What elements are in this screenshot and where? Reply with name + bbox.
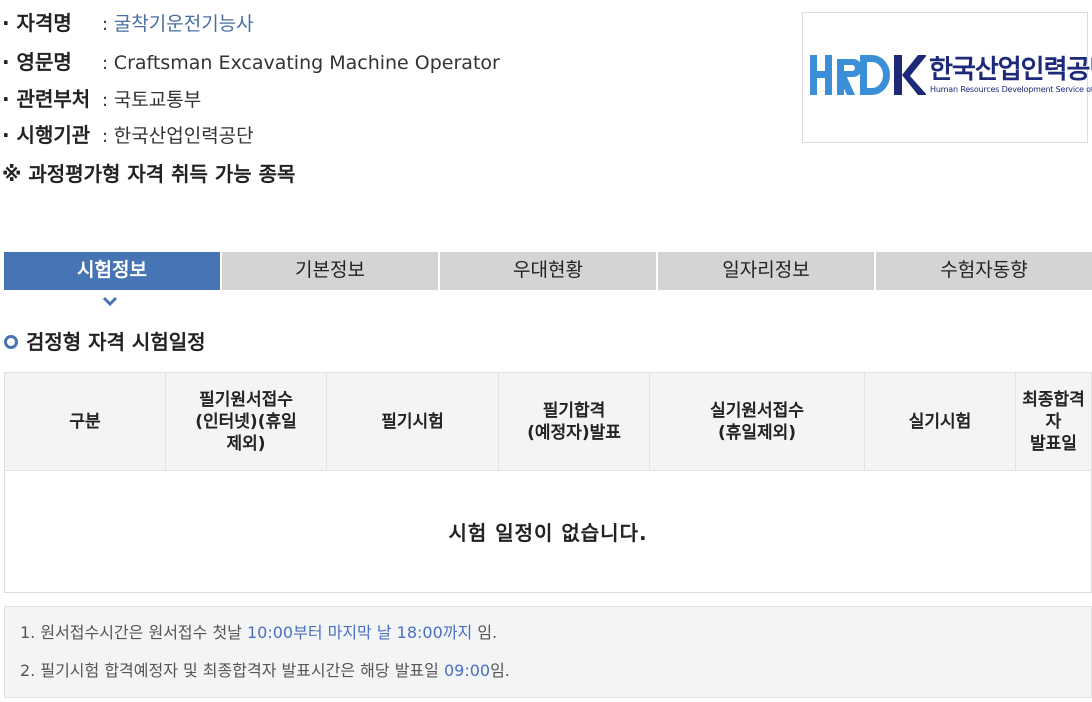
- header-practical-application: 실기원서접수 (휴일제외): [649, 372, 865, 471]
- header-text: 필기원서접수 (인터넷)(휴일 제외): [195, 389, 297, 454]
- qualification-name-label: · 자격명: [2, 11, 72, 35]
- circle-bullet-icon: [4, 334, 18, 349]
- chevron-down-icon: [102, 296, 118, 307]
- english-name-row: · 영문명: Craftsman Excavating Machine Oper…: [2, 47, 500, 77]
- header-written-pass: 필기합격 (예정자)발표: [498, 372, 650, 471]
- colon-separator: :: [102, 53, 114, 74]
- qualification-name-row: · 자격명: 굴착기운전기능사: [2, 8, 254, 38]
- english-name-label: · 영문명: [2, 50, 72, 74]
- section-title: 검정형 자격 시험일정: [4, 326, 206, 355]
- notes-box: 1. 원서접수시간은 원서접수 첫날 10:00부터 마지막 날 18:00까지…: [4, 606, 1092, 698]
- hrdk-logo-mark: [810, 55, 926, 95]
- tab-benefits[interactable]: 우대현황: [440, 252, 656, 290]
- note-highlight: 09:00: [443, 661, 491, 680]
- header-text: 필기합격 (예정자)발표: [527, 400, 621, 443]
- tab-basic-info[interactable]: 기본정보: [222, 252, 438, 290]
- qualification-name-value[interactable]: 굴착기운전기능사: [114, 13, 254, 35]
- header-written-exam: 필기시험: [326, 372, 499, 471]
- agency-label: · 시행기관: [2, 123, 91, 147]
- header-text: 실기시험: [908, 411, 972, 432]
- agency-value: 한국산업인력공단: [113, 125, 254, 147]
- course-evaluation-note: ※ 과정평가형 자격 취득 가능 종목: [2, 162, 296, 186]
- header-final-announcement: 최종합격자 발표일: [1015, 372, 1092, 471]
- header-written-application: 필기원서접수 (인터넷)(휴일 제외): [165, 372, 327, 471]
- english-name-value: Craftsman Excavating Machine Operator: [113, 52, 500, 74]
- note-text: 1. 원서접수시간은 원서접수 첫날: [20, 623, 247, 642]
- tab-exam-info[interactable]: 시험정보: [4, 252, 220, 290]
- info-tabs: 시험정보 기본정보 우대현황 일자리정보 수험자동향: [4, 252, 1092, 290]
- header-category: 구분: [4, 372, 166, 471]
- ministry-label: · 관련부처: [2, 87, 91, 111]
- tab-job-info[interactable]: 일자리정보: [658, 252, 874, 290]
- section-title-text: 검정형 자격 시험일정: [26, 330, 206, 354]
- note-line-2: 2. 필기시험 합격예정자 및 최종합격자 발표시간은 해당 발표일 09:00…: [20, 657, 510, 681]
- ministry-row: · 관련부처: 국토교통부: [2, 84, 201, 114]
- note-line-1: 1. 원서접수시간은 원서접수 첫날 10:00부터 마지막 날 18:00까지…: [20, 619, 497, 643]
- header-text: 필기시험: [381, 411, 444, 432]
- header-text: 최종합격자 발표일: [1022, 389, 1085, 454]
- note-text: 2. 필기시험 합격예정자 및 최종합격자 발표시간은 해당 발표일: [20, 661, 444, 680]
- tab-examinee-trends[interactable]: 수험자동향: [876, 252, 1092, 290]
- exam-schedule-table: 구분 필기원서접수 (인터넷)(휴일 제외) 필기시험 필기합격 (예정자)발표…: [4, 372, 1092, 593]
- header-text: 실기원서접수 (휴일제외): [710, 400, 804, 443]
- colon-separator: :: [102, 126, 114, 147]
- ministry-value: 국토교통부: [113, 89, 202, 111]
- table-row: 시험 일정이 없습니다.: [4, 470, 1092, 593]
- header-text: 구분: [69, 411, 101, 432]
- hrdk-logo: 한국산업인력공단 Human Resources Development Ser…: [802, 12, 1092, 143]
- note-text: 임.: [490, 661, 510, 680]
- colon-separator: :: [102, 90, 114, 111]
- header-practical-exam: 실기시험: [864, 372, 1016, 471]
- agency-row: · 시행기관: 한국산업인력공단: [2, 120, 254, 150]
- logo-korean-text: 한국산업인력공단: [929, 55, 1092, 85]
- note-highlight: 10:00부터 마지막 날 18:00까지: [246, 623, 473, 642]
- empty-schedule-message: 시험 일정이 없습니다.: [4, 470, 1092, 593]
- colon-separator: :: [102, 14, 114, 35]
- logo-english-text: Human Resources Development Service of K…: [930, 85, 1092, 94]
- table-header-row: 구분 필기원서접수 (인터넷)(휴일 제외) 필기시험 필기합격 (예정자)발표…: [4, 372, 1092, 471]
- note-text: 임.: [472, 623, 498, 642]
